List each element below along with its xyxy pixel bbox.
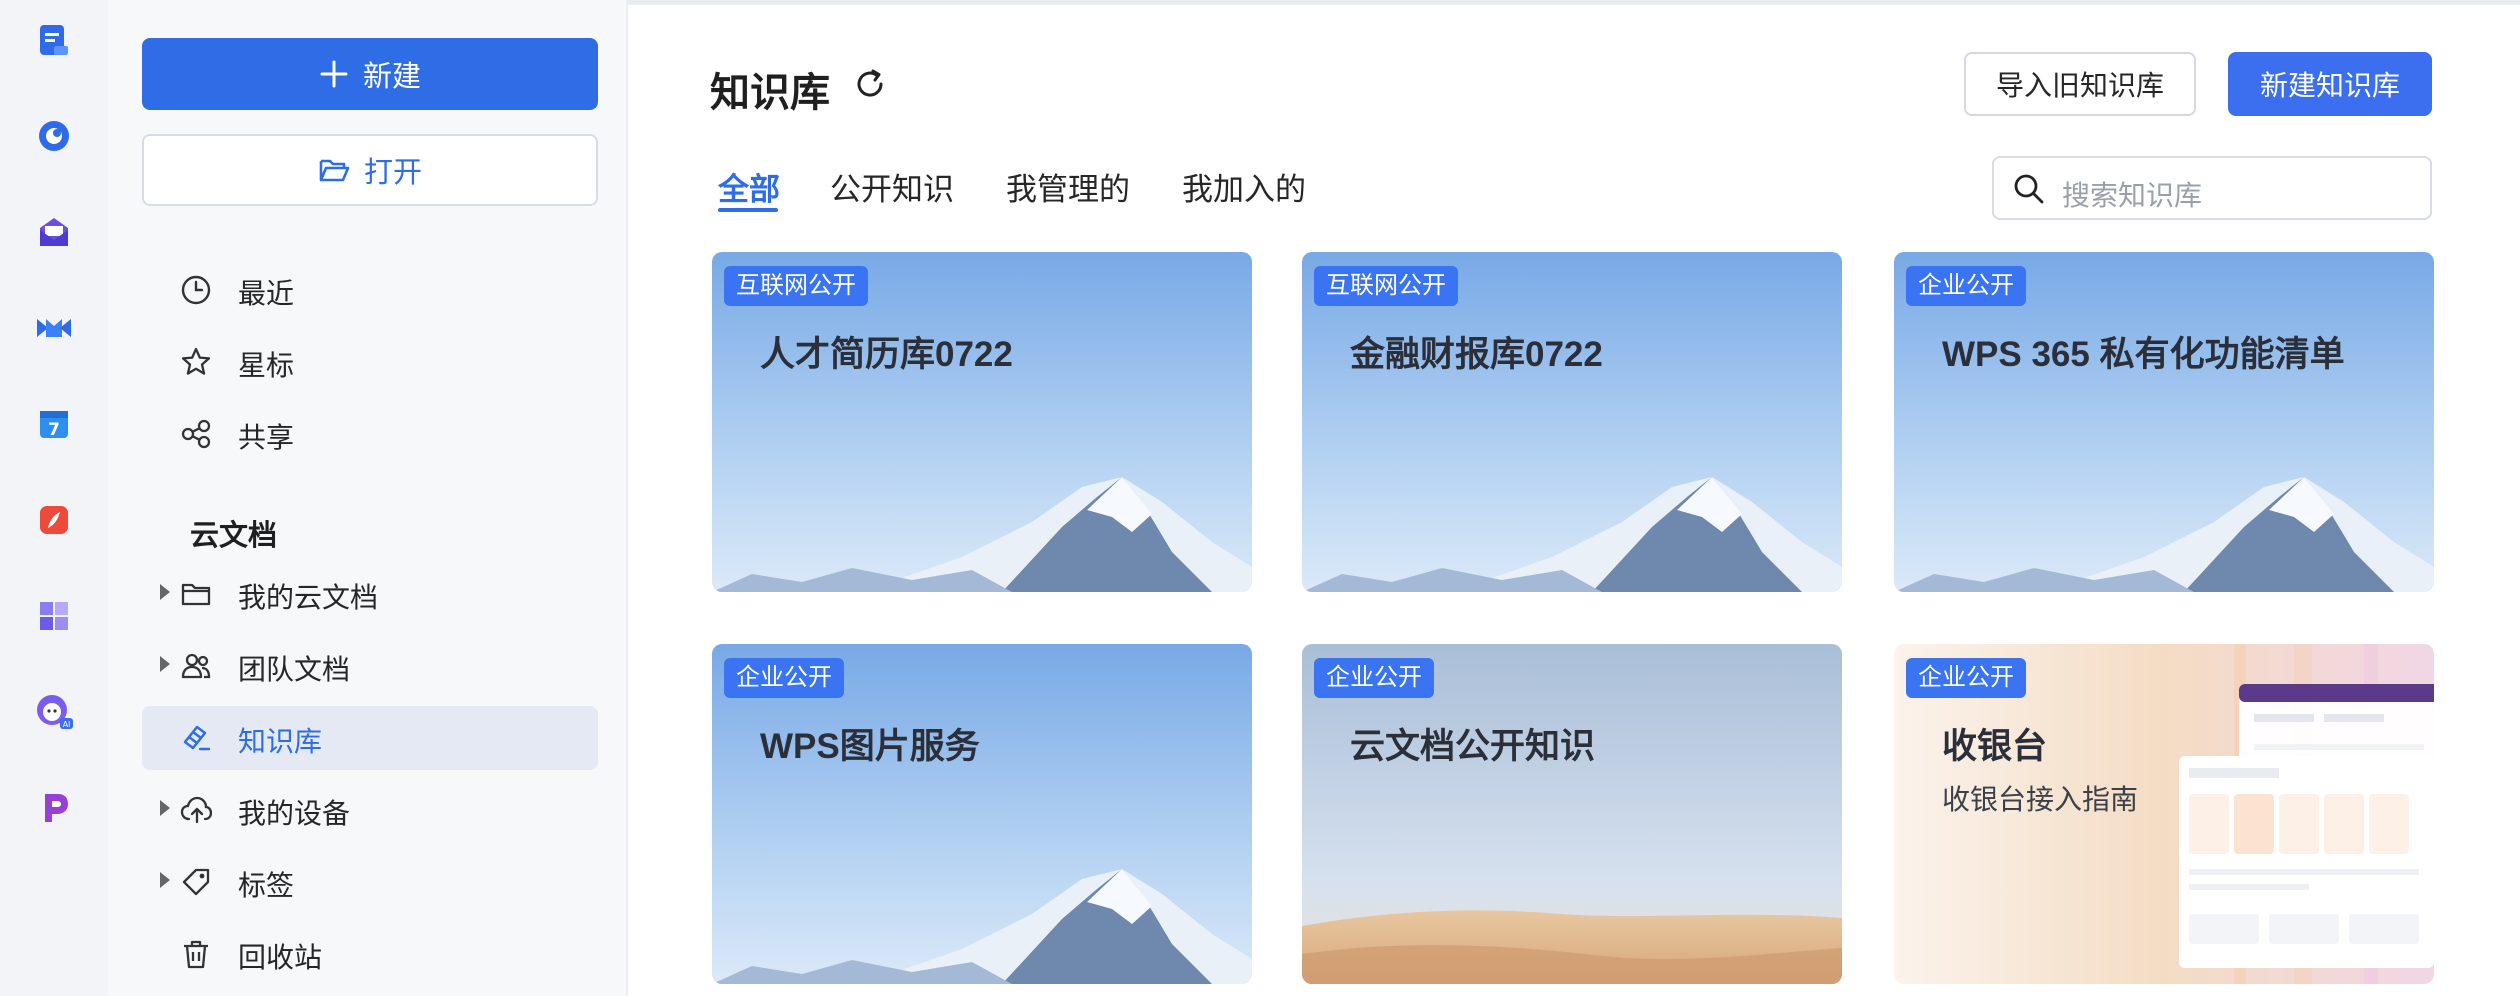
sidebar-item-knowledge-base[interactable]: 知识库 [142,706,598,770]
knowledge-base-card[interactable]: 企业公开 云文档公开知识 [1302,644,1842,984]
knowledge-base-card[interactable]: 企业公开 WPS图片服务 [712,644,1252,984]
presentation-app-icon[interactable] [32,786,76,830]
knowledge-base-card[interactable]: 互联网公开 人才简历库0722 [712,252,1252,592]
apps-grid-icon[interactable] [32,594,76,638]
sidebar-item-my-devices[interactable]: 我的设备 [142,778,598,842]
mail-app-icon[interactable] [32,210,76,254]
visibility-badge: 企业公开 [724,658,844,698]
clock-icon [181,275,211,305]
section-title-cloud-docs: 云文档 [190,520,278,552]
team-icon [181,653,211,679]
card-title: 人才简历库0722 [760,335,1013,374]
sidebar-item-label: 我的设备 [238,798,351,829]
sidebar-item-label: 共享 [238,422,295,453]
visibility-badge: 企业公开 [1906,266,2026,306]
search-placeholder: 搜索知识库 [2062,180,2203,211]
tab-managed-by-me[interactable]: 我管理的 [1006,164,1130,209]
tab-all[interactable]: 全部 [718,164,780,209]
sidebar-item-label: 团队文档 [238,654,351,685]
visibility-badge: 企业公开 [1906,658,2026,698]
tab-joined-by-me[interactable]: 我加入的 [1182,164,1306,209]
visibility-badge: 互联网公开 [724,266,868,306]
card-title: WPS图片服务 [760,727,980,766]
sidebar-item-my-cloud-docs[interactable]: 我的云文档 [142,562,598,626]
card-title: WPS 365 私有化功能清单 [1942,335,2345,374]
search-input[interactable]: 搜索知识库 [1992,156,2432,220]
open-button[interactable]: 打开 [142,134,598,206]
cloud-upload-icon [180,796,212,824]
sidebar-item-team-docs[interactable]: 团队文档 [142,634,598,698]
sidebar-item-label: 我的云文档 [238,582,379,613]
pdf-app-icon[interactable] [32,498,76,542]
tag-icon [182,868,210,896]
sidebar-item-shared[interactable]: 共享 [142,402,598,466]
knowledge-base-card[interactable]: 企业公开 WPS 365 私有化功能清单 [1894,252,2434,592]
create-knowledge-base-button[interactable]: 新建知识库 [2228,52,2432,116]
new-button[interactable]: 新建 [142,38,598,110]
active-tab-indicator [718,208,778,212]
expand-caret-icon[interactable] [160,584,170,600]
open-button-label: 打开 [363,157,422,189]
knowledge-base-card[interactable]: 互联网公开 金融财报库0722 [1302,252,1842,592]
trash-icon [184,940,208,969]
svg-text:AI: AI [63,720,71,729]
sidebar-item-label: 星标 [238,350,295,381]
expand-caret-icon[interactable] [160,800,170,816]
calendar-app-icon[interactable]: 7 [32,402,76,446]
share-icon [181,419,211,449]
visibility-badge: 互联网公开 [1314,266,1458,306]
sidebar-item-starred[interactable]: 星标 [142,330,598,394]
sidebar-item-label: 最近 [238,278,295,309]
docs-app-icon[interactable] [32,18,76,62]
refresh-icon[interactable] [852,66,888,102]
star-icon [181,347,211,375]
tab-public-knowledge[interactable]: 公开知识 [830,164,954,209]
expand-caret-icon[interactable] [160,656,170,672]
sidebar: 新建 打开 最近 星标 共享 云文档 我的云文档 团队文档 知识库 我的设备 标 [108,0,628,996]
svg-text:7: 7 [48,420,60,440]
card-subtitle: 收银台接入指南 [1942,784,2139,815]
sidebar-item-label: 标签 [238,870,295,901]
sidebar-item-label: 回收站 [238,942,323,973]
expand-caret-icon[interactable] [160,872,170,888]
visibility-badge: 企业公开 [1314,658,1434,698]
folder-icon [181,583,211,606]
sidebar-item-tags[interactable]: 标签 [142,850,598,914]
open-folder-icon [319,159,350,182]
card-title: 云文档公开知识 [1350,727,1596,766]
ai-assistant-icon[interactable]: AI [32,690,76,734]
card-title: 收银台 [1942,727,2048,766]
card-title: 金融财报库0722 [1350,335,1603,374]
plus-icon [320,60,348,88]
new-button-label: 新建 [362,61,421,93]
import-old-knowledge-base-button[interactable]: 导入旧知识库 [1964,52,2196,116]
sidebar-item-label: 知识库 [238,726,323,757]
knowledge-icon [183,725,211,751]
app-rail: 7 AI [0,0,108,996]
knowledge-base-card[interactable]: 企业公开 收银台 收银台接入指南 [1894,644,2434,984]
chat-app-icon[interactable] [32,114,76,158]
search-icon [2014,174,2044,204]
sidebar-item-trash[interactable]: 回收站 [142,922,598,986]
page-title: 知识库 [710,71,830,115]
main-content: 知识库 导入旧知识库 新建知识库 全部 公开知识 我管理的 我加入的 搜索知识库… [630,0,2520,996]
sidebar-item-recent[interactable]: 最近 [142,258,598,322]
meeting-app-icon[interactable] [32,306,76,350]
